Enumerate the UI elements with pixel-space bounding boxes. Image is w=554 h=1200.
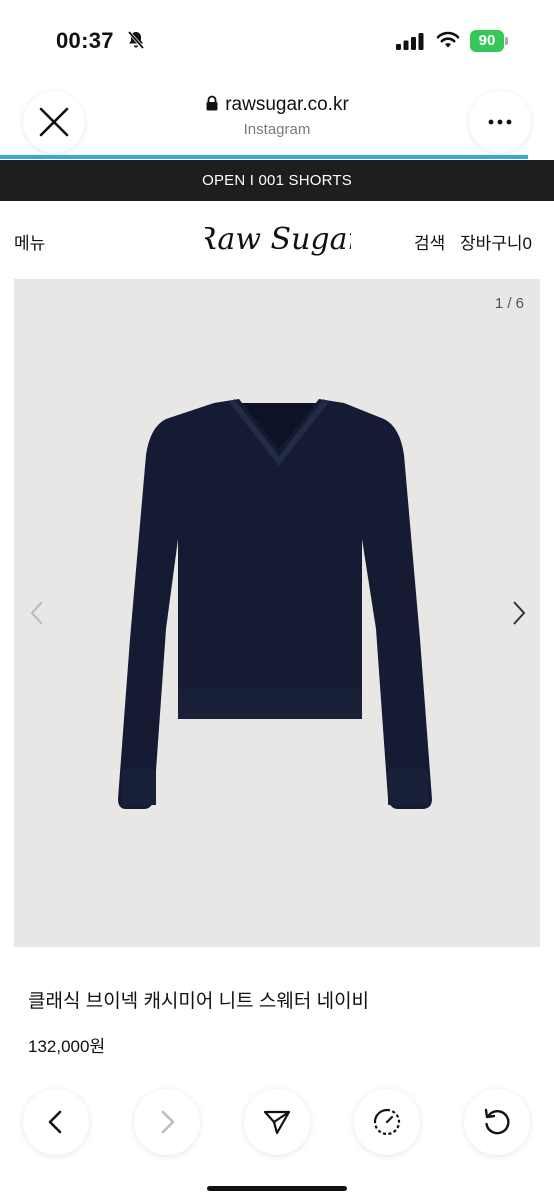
history-button[interactable] (354, 1089, 420, 1155)
url-text: rawsugar.co.kr (225, 94, 349, 115)
brand-logo-text: Raw Sugar (205, 222, 351, 257)
source-label: Instagram (243, 121, 311, 138)
browser-header: rawsugar.co.kr Instagram (0, 84, 554, 160)
battery-tip (505, 37, 508, 45)
share-icon (263, 1110, 291, 1135)
battery-level: 90 (470, 30, 504, 52)
page-load-progress (0, 155, 528, 159)
product-image-carousel[interactable]: 1 / 6 (14, 279, 540, 947)
chevron-left-icon[interactable] (28, 599, 46, 627)
reload-button[interactable] (464, 1089, 530, 1155)
status-bar: 00:37 90 (0, 0, 554, 84)
signal-icon (396, 33, 424, 50)
wifi-icon (436, 31, 460, 48)
browser-toolbar (0, 1085, 554, 1165)
forward-button[interactable] (134, 1089, 200, 1155)
home-indicator (207, 1186, 347, 1191)
history-icon (373, 1108, 401, 1136)
battery-icon: 90 (470, 30, 508, 52)
close-icon (39, 107, 69, 137)
lock-icon (206, 95, 218, 111)
reload-icon (484, 1108, 510, 1135)
product-price: 132,000원 (28, 1037, 106, 1056)
address-bar[interactable]: rawsugar.co.kr Instagram (150, 94, 404, 138)
chevron-right-icon[interactable] (510, 599, 528, 627)
back-button[interactable] (23, 1089, 89, 1155)
image-counter: 1 / 6 (494, 295, 524, 312)
back-icon (48, 1110, 62, 1134)
announcement-bar[interactable]: OPEN I 001 SHORTS (0, 160, 554, 201)
status-time: 00:37 (56, 28, 114, 53)
brand-logo[interactable]: Raw Sugar (205, 209, 351, 271)
menu-link[interactable]: 메뉴 (14, 229, 45, 254)
product-photo (118, 399, 432, 809)
forward-icon (161, 1110, 175, 1134)
close-button[interactable] (23, 91, 85, 153)
more-button[interactable] (469, 91, 531, 153)
more-icon (488, 119, 512, 125)
url-line: rawsugar.co.kr (150, 94, 404, 116)
share-button[interactable] (244, 1089, 310, 1155)
site-nav: 메뉴 Raw Sugar 검색 장바구니0 (0, 201, 554, 279)
bell-slash-icon (127, 30, 145, 50)
search-link[interactable]: 검색 (414, 229, 445, 254)
cart-link[interactable]: 장바구니0 (460, 229, 532, 254)
product-title[interactable]: 클래식 브이넥 캐시미어 니트 스웨터 네이비 (28, 986, 369, 1013)
